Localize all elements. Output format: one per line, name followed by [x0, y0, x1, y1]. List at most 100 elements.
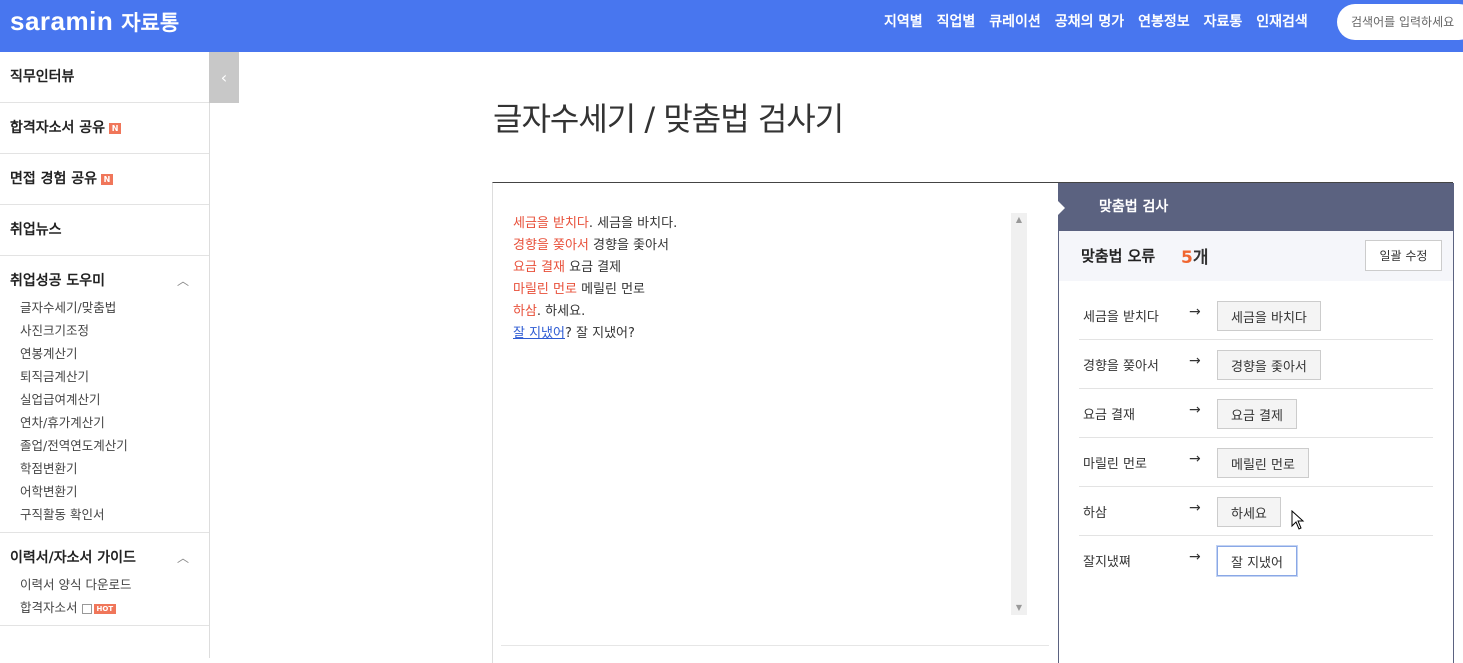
sidebar-item-resume-guide[interactable]: 이력서/자소서 가이드 ︿: [0, 533, 209, 583]
text-editor[interactable]: 세금을 받치다. 세금을 바치다. 경향을 쫒아서 경향을 좇아서 요금 결재 …: [513, 213, 1033, 613]
top-header: saramin 자료통 지역별 직업별 큐레이션 공채의 명가 연봉정보 자료통…: [0, 0, 1463, 52]
nav-job[interactable]: 직업별: [937, 11, 976, 31]
submenu-item[interactable]: 합격자소서 HOT: [20, 596, 209, 619]
arrow-right-icon: →: [1189, 353, 1201, 369]
correction-button-active[interactable]: 잘 지냈어: [1217, 546, 1297, 576]
arrow-right-icon: →: [1189, 451, 1201, 467]
sidebar-item-label: 합격자소서 공유: [10, 120, 106, 136]
sidebar-section: 이력서/자소서 가이드 ︿ 이력서 양식 다운로드 합격자소서 HOT: [0, 533, 209, 626]
panel-title: 맞춤법 검사: [1099, 199, 1169, 215]
editor-text: . 세금을 바치다.: [588, 216, 678, 231]
sidebar: 직무인터뷰 합격자소서 공유 N 면접 경험 공유 N 취업뉴스 취업성공 도우미 ︿…: [0, 52, 210, 658]
error-highlight[interactable]: 경향을 쫒아서: [513, 238, 589, 253]
wrong-text: 경향을 쫒아서: [1083, 359, 1159, 374]
wrong-text: 요금 결재: [1083, 408, 1135, 423]
correction-row: 경향을 쫒아서 → 경향을 좇아서: [1079, 340, 1433, 389]
error-highlight[interactable]: 하삼: [513, 304, 537, 319]
sidebar-section: 합격자소서 공유 N: [0, 103, 209, 154]
nav-curation[interactable]: 큐레이션: [989, 11, 1041, 31]
error-label: 맞춤법 오류: [1081, 247, 1156, 265]
nav-salary[interactable]: 연봉정보: [1138, 11, 1190, 31]
correction-row: 세금을 받치다 → 세금을 바치다: [1079, 291, 1433, 340]
editor-line: 마릴린 먼로 메릴린 먼로: [513, 279, 1033, 301]
sidebar-item-label: 취업성공 도우미: [10, 273, 106, 289]
page-title: 글자수세기 / 맞춤법 검사기: [493, 100, 844, 138]
editor-text: ? 잘 지냈어?: [564, 326, 635, 341]
nav-resources[interactable]: 자료통: [1204, 11, 1243, 31]
error-highlight-active[interactable]: 잘 지냈어: [513, 326, 565, 341]
correction-row: 하삼 → 하세요: [1079, 487, 1433, 536]
nav-region[interactable]: 지역별: [884, 11, 923, 31]
correction-row: 잘지냈쪄 → 잘 지냈어: [1079, 536, 1433, 584]
logo-subtitle: 자료통: [121, 11, 180, 35]
nav-talent-search[interactable]: 인재검색: [1256, 11, 1308, 31]
editor-line: 하삼. 하세요.: [513, 301, 1033, 323]
wrong-text: 하삼: [1083, 506, 1107, 521]
error-count-unit: 개: [1192, 248, 1209, 268]
new-badge: N: [101, 173, 114, 185]
submenu-item[interactable]: 연봉계산기: [20, 342, 209, 365]
submenu-item[interactable]: 사진크기조정: [20, 319, 209, 342]
sidebar-item-label: 직무인터뷰: [10, 69, 75, 85]
submenu-item[interactable]: 학점변환기: [20, 457, 209, 480]
fix-all-button[interactable]: 일괄 수정: [1365, 240, 1442, 271]
arrow-right-icon: →: [1189, 304, 1201, 320]
arrow-right-icon: →: [1189, 549, 1201, 565]
editor-line: 세금을 받치다. 세금을 바치다.: [513, 213, 1033, 235]
arrow-right-icon: →: [1189, 402, 1201, 418]
editor-line: 경향을 쫒아서 경향을 좇아서: [513, 235, 1033, 257]
editor-text: 요금 결제: [564, 260, 622, 275]
sidebar-section: 취업성공 도우미 ︿ 글자수세기/맞춤법 사진크기조정 연봉계산기 퇴직금계산기 …: [0, 256, 209, 533]
submenu-item[interactable]: 졸업/전역연도계산기: [20, 434, 209, 457]
correction-button[interactable]: 하세요: [1217, 497, 1281, 527]
arrow-right-icon: →: [1189, 500, 1201, 516]
correction-button[interactable]: 경향을 좇아서: [1217, 350, 1321, 380]
editor-text: 경향을 좇아서: [588, 238, 669, 253]
correction-button[interactable]: 요금 결제: [1217, 399, 1297, 429]
correction-row: 마릴린 먼로 → 메릴린 먼로: [1079, 438, 1433, 487]
wrong-text: 마릴린 먼로: [1083, 457, 1147, 472]
sidebar-section: 직무인터뷰: [0, 52, 209, 103]
correction-button[interactable]: 메릴린 먼로: [1217, 448, 1309, 478]
sidebar-collapse-button[interactable]: ‹: [209, 52, 239, 103]
panel-header: 맞춤법 검사: [1058, 183, 1453, 231]
sidebar-item-interview[interactable]: 직무인터뷰: [0, 52, 209, 102]
main-nav: 지역별 직업별 큐레이션 공채의 명가 연봉정보 자료통 인재검색: [884, 11, 1322, 31]
scroll-up-icon[interactable]: ▲: [1011, 213, 1027, 227]
wrong-text: 잘지냈쪄: [1083, 555, 1131, 570]
sidebar-item-interview-share[interactable]: 면접 경험 공유 N: [0, 154, 209, 204]
submenu-item[interactable]: 어학변환기: [20, 480, 209, 503]
submenu-item[interactable]: 실업급여계산기: [20, 388, 209, 411]
sidebar-submenu: 글자수세기/맞춤법 사진크기조정 연봉계산기 퇴직금계산기 실업급여계산기 연차…: [0, 296, 209, 532]
scroll-down-icon[interactable]: ▼: [1011, 601, 1027, 615]
editor-text: . 하세요.: [536, 304, 586, 319]
correction-button[interactable]: 세금을 바치다: [1217, 301, 1321, 331]
nav-top-employers[interactable]: 공채의 명가: [1055, 11, 1124, 31]
submenu-item[interactable]: 구직활동 확인서: [20, 503, 209, 526]
editor-text: 메릴린 먼로: [576, 282, 646, 297]
chevron-left-icon: ‹: [220, 68, 228, 87]
divider: [501, 645, 1049, 646]
sidebar-item-news[interactable]: 취업뉴스: [0, 205, 209, 255]
submenu-item[interactable]: 퇴직금계산기: [20, 365, 209, 388]
editor-line: 요금 결재 요금 결제: [513, 257, 1033, 279]
mouse-cursor-icon: [1291, 510, 1305, 530]
error-highlight[interactable]: 세금을 받치다: [513, 216, 589, 231]
search-input[interactable]: [1337, 4, 1463, 40]
sidebar-item-cover-letter-share[interactable]: 합격자소서 공유 N: [0, 103, 209, 153]
sidebar-section: 취업뉴스: [0, 205, 209, 256]
error-count: 5개: [1181, 243, 1208, 268]
editor-scrollbar[interactable]: ▲ ▼: [1011, 213, 1027, 615]
chevron-up-icon[interactable]: ︿: [177, 256, 189, 306]
wrong-text: 세금을 받치다: [1083, 310, 1159, 325]
error-highlight[interactable]: 마릴린 먼로: [513, 282, 577, 297]
error-highlight[interactable]: 요금 결재: [513, 260, 565, 275]
panel-notch: [1058, 201, 1065, 215]
sidebar-item-helper[interactable]: 취업성공 도우미 ︿: [0, 256, 209, 306]
sidebar-item-label: 면접 경험 공유: [10, 171, 98, 187]
sidebar-item-label: 이력서/자소서 가이드: [10, 550, 136, 566]
logo[interactable]: saramin 자료통: [10, 6, 179, 37]
submenu-item-label: 합격자소서: [20, 600, 78, 615]
chevron-up-icon[interactable]: ︿: [177, 533, 189, 583]
submenu-item[interactable]: 연차/휴가계산기: [20, 411, 209, 434]
